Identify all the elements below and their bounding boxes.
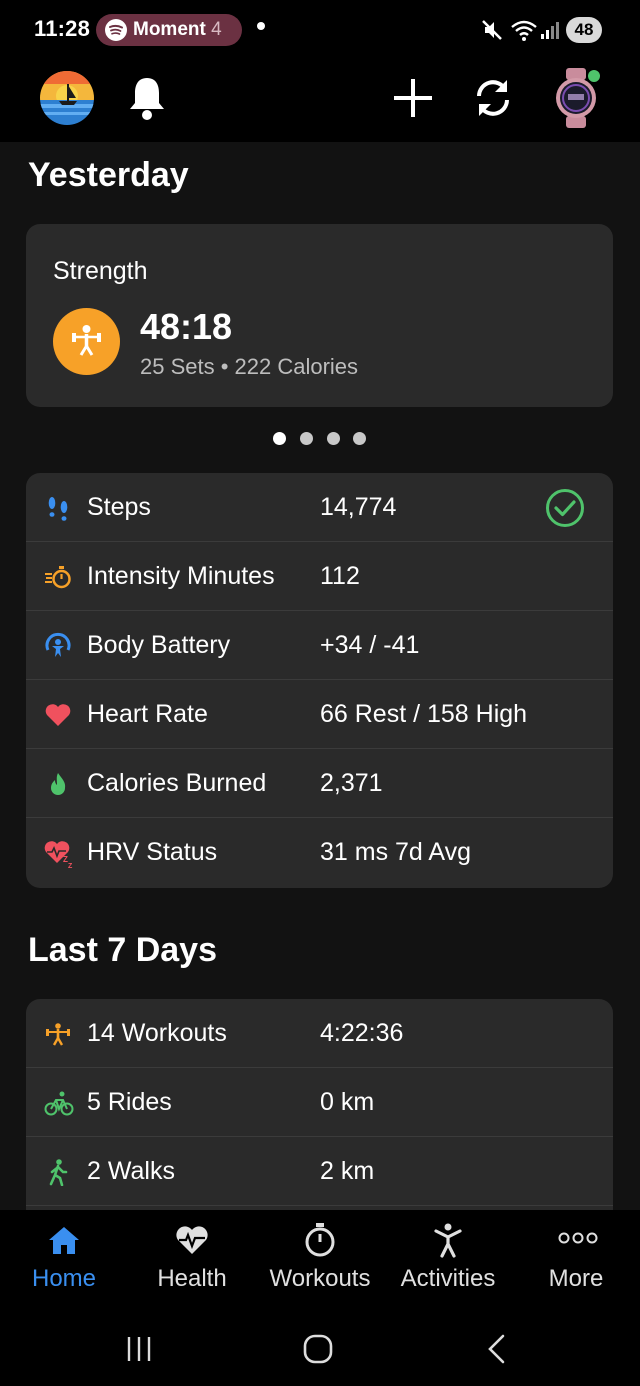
svg-text:Z: Z — [68, 863, 73, 869]
health-icon — [176, 1226, 208, 1254]
signal-icon — [540, 20, 560, 45]
spotify-icon — [105, 19, 127, 41]
stat-value: 66 Rest / 158 High — [320, 700, 528, 728]
last-7-days-title: Last 7 Days — [28, 931, 217, 969]
stat-label: HRV Status — [87, 838, 218, 866]
summary-row-workouts[interactable]: 14 Workouts 4:22:36 — [26, 999, 613, 1068]
stat-value: 31 ms 7d Avg — [320, 838, 472, 866]
activities-icon — [434, 1223, 462, 1258]
summary-row-walks[interactable]: 2 Walks 2 km — [26, 1137, 613, 1206]
home-icon — [49, 1227, 79, 1254]
nav-label: More — [548, 1265, 604, 1292]
stat-row-calories[interactable]: Calories Burned 2,371 — [26, 749, 613, 818]
body-battery-icon — [44, 632, 72, 660]
status-bar: 11:28 Moment 4 48 — [0, 0, 640, 60]
stat-value: 14,774 — [320, 493, 397, 521]
summary-value: 4:22:36 — [320, 1019, 404, 1047]
daily-stats-card: Steps 14,774 Intensity Minutes 112 Body … — [26, 473, 613, 888]
media-title: Moment 4 — [133, 19, 222, 40]
summary-value: 0 km — [320, 1088, 375, 1116]
yesterday-title: Yesterday — [28, 156, 189, 194]
sync-icon[interactable] — [471, 77, 515, 124]
steps-icon — [44, 494, 72, 522]
stat-row-body-battery[interactable]: Body Battery +34 / -41 — [26, 611, 613, 680]
pager-dot-2[interactable] — [300, 432, 313, 445]
summary-row-rides[interactable]: 5 Rides 0 km — [26, 1068, 613, 1137]
back-icon[interactable] — [484, 1333, 510, 1370]
workout-type: Strength — [53, 257, 148, 285]
stopwatch-icon — [305, 1223, 335, 1257]
pager-dot-1[interactable] — [273, 432, 286, 445]
summary-label: 2 Walks — [87, 1157, 175, 1185]
connected-status-dot — [588, 70, 600, 82]
recent-apps-icon[interactable] — [126, 1334, 154, 1369]
add-icon[interactable] — [392, 77, 434, 124]
stat-value: 2,371 — [320, 769, 383, 797]
hrv-heart-icon: Z Z — [44, 839, 73, 870]
bell-icon[interactable] — [128, 75, 166, 126]
heart-icon — [44, 701, 72, 729]
nav-home[interactable]: Home — [0, 1216, 128, 1306]
flame-icon — [44, 770, 72, 798]
workout-details: 25 Sets • 222 Calories — [140, 354, 359, 379]
pager-dot-3[interactable] — [327, 432, 340, 445]
nav-label: Home — [31, 1265, 97, 1292]
stat-label: Heart Rate — [87, 700, 208, 728]
summary-label: 5 Rides — [87, 1088, 172, 1116]
nav-workouts[interactable]: Workouts — [256, 1216, 384, 1306]
more-icon — [558, 1232, 598, 1244]
profile-sunset-icon[interactable] — [39, 70, 95, 131]
nav-activities[interactable]: Activities — [384, 1216, 512, 1306]
nav-more[interactable]: More — [512, 1216, 640, 1306]
stat-label: Body Battery — [87, 631, 231, 659]
strength-icon — [44, 1020, 72, 1048]
stat-row-heart-rate[interactable]: Heart Rate 66 Rest / 158 High — [26, 680, 613, 749]
stat-row-hrv[interactable]: Z Z HRV Status 31 ms 7d Avg — [26, 818, 613, 887]
stat-row-intensity-minutes[interactable]: Intensity Minutes 112 — [26, 542, 613, 611]
battery-indicator: 48 — [566, 17, 602, 43]
stat-row-steps[interactable]: Steps 14,774 — [26, 473, 613, 542]
workout-duration: 48:18 — [140, 306, 233, 347]
nav-label: Workouts — [269, 1265, 371, 1292]
nav-health[interactable]: Health — [128, 1216, 256, 1306]
last-7-days-card: 14 Workouts 4:22:36 5 Rides 0 km 2 Walks… — [26, 999, 613, 1239]
strength-icon — [53, 308, 120, 375]
summary-value: 2 km — [320, 1157, 375, 1185]
walk-icon — [44, 1158, 72, 1187]
intensity-minutes-icon — [44, 563, 72, 591]
workout-summary-card[interactable]: Strength 48:18 25 Sets • 222 Calories — [26, 224, 613, 407]
mute-icon — [481, 18, 503, 47]
goal-check-icon — [545, 488, 585, 533]
app-header — [0, 60, 640, 142]
notification-dot-icon — [257, 22, 265, 30]
summary-label: 14 Workouts — [87, 1019, 227, 1047]
row-divider — [26, 1205, 613, 1206]
nav-label: Activities — [400, 1265, 496, 1292]
home-system-icon[interactable] — [302, 1333, 334, 1370]
stat-label: Calories Burned — [87, 769, 267, 797]
nav-label: Health — [157, 1265, 227, 1292]
bike-icon — [44, 1089, 74, 1117]
status-time: 11:28 — [34, 16, 91, 41]
wifi-icon — [510, 18, 538, 47]
stat-label: Steps — [87, 493, 151, 521]
pager-dot-4[interactable] — [353, 432, 366, 445]
stat-value: 112 — [320, 562, 360, 590]
stat-value: +34 / -41 — [320, 631, 420, 659]
stat-label: Intensity Minutes — [87, 562, 275, 590]
